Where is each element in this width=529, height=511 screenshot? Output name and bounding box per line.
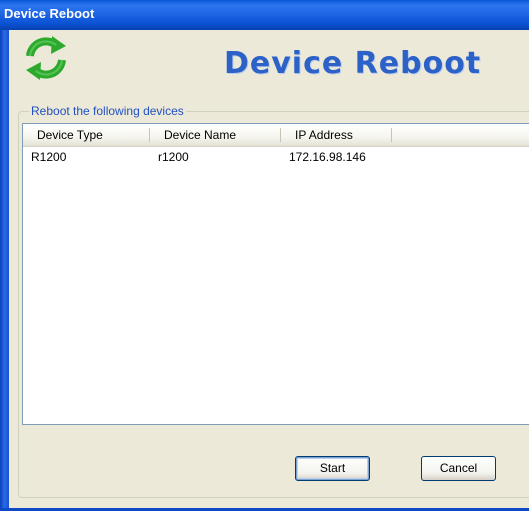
title-bar[interactable]: Device Reboot (0, 0, 529, 30)
column-header-ip-address[interactable]: IP Address (281, 124, 391, 146)
column-header-device-type[interactable]: Device Type (23, 124, 149, 146)
table-row[interactable]: R1200 r1200 172.16.98.146 (23, 147, 529, 167)
start-button[interactable]: Start (295, 456, 370, 481)
cell-device-name: r1200 (158, 150, 189, 164)
device-list[interactable]: Device Type Device Name IP Address R1200… (22, 123, 529, 425)
cancel-button[interactable]: Cancel (421, 456, 496, 481)
cell-ip-address: 172.16.98.146 (289, 150, 366, 164)
list-header: Device Type Device Name IP Address (23, 124, 529, 147)
device-reboot-window: Device Reboot Device Reboot Reboot the f… (0, 0, 529, 511)
column-separator[interactable] (391, 128, 392, 142)
groupbox-label: Reboot the following devices (29, 104, 186, 118)
window-title: Device Reboot (4, 6, 95, 21)
banner-title: Device Reboot (224, 46, 482, 81)
window-frame-left (0, 30, 9, 511)
column-header-device-name[interactable]: Device Name (150, 124, 280, 146)
refresh-arrows-icon (26, 36, 66, 80)
cell-device-type: R1200 (31, 150, 67, 164)
